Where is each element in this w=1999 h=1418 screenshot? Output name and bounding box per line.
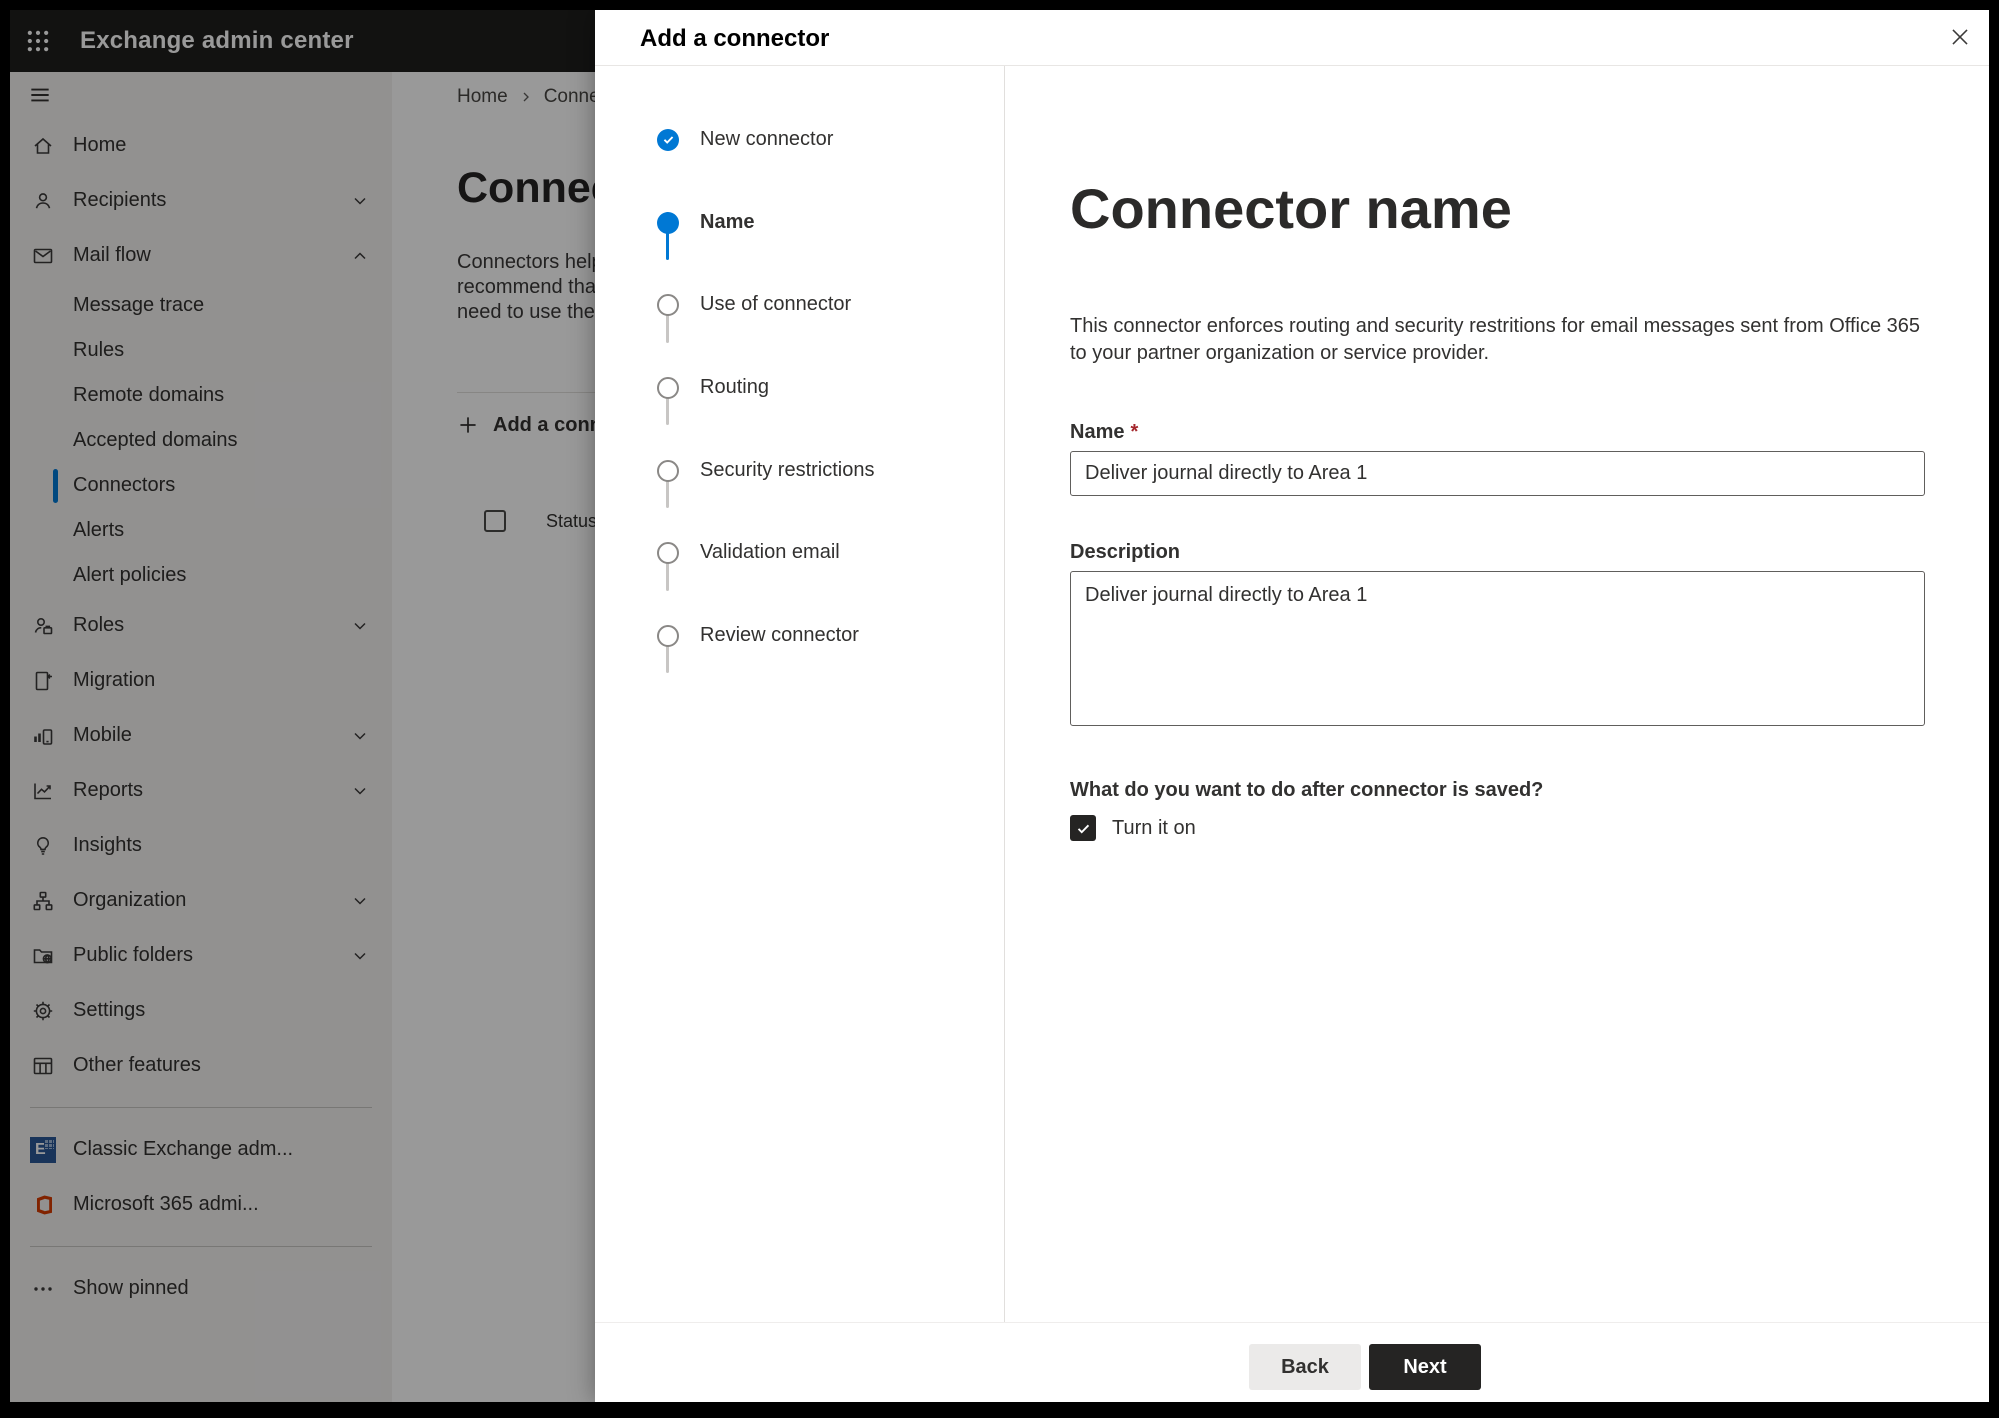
step-todo-dot — [657, 624, 679, 647]
screen-frame: Exchange admin center Home Recipients Ma… — [0, 0, 1999, 1418]
after-save-question: What do you want to do after connector i… — [1070, 779, 1544, 802]
wizard-step-content: Connector name This connector enforces r… — [1005, 65, 1989, 1322]
connector-description-textarea[interactable]: Deliver journal directly to Area 1 — [1070, 571, 1925, 727]
step-new-connector[interactable]: New connector — [595, 128, 833, 151]
add-connector-dialog: Add a connector New connector Name Use o… — [595, 10, 1989, 1402]
step-todo-dot — [657, 293, 679, 316]
back-button[interactable]: Back — [1249, 1344, 1361, 1390]
step-todo-dot — [657, 459, 679, 482]
step-heading: Connector name — [1070, 177, 1512, 240]
step-review-connector[interactable]: Review connector — [595, 624, 859, 647]
name-field-label: Name * — [1070, 421, 1139, 444]
turn-it-on-label: Turn it on — [1112, 816, 1196, 839]
step-use-of-connector[interactable]: Use of connector — [595, 293, 851, 316]
dialog-footer: Back Next — [595, 1322, 1989, 1402]
turn-it-on-checkbox-row[interactable]: Turn it on — [1070, 815, 1929, 842]
next-button[interactable]: Next — [1369, 1344, 1481, 1390]
step-routing[interactable]: Routing — [595, 376, 769, 399]
wizard-steps: New connector Name Use of connector Rout… — [595, 66, 1005, 1322]
step-name[interactable]: Name — [595, 211, 754, 234]
step-todo-dot — [657, 376, 679, 399]
checkbox-checked[interactable] — [1070, 815, 1096, 842]
step-security-restrictions[interactable]: Security restrictions — [595, 459, 875, 482]
step-validation-email[interactable]: Validation email — [595, 541, 840, 564]
check-icon — [1075, 820, 1092, 837]
description-field-label: Description — [1070, 541, 1181, 564]
step-current-dot — [657, 211, 679, 234]
step-description: This connector enforces routing and secu… — [1070, 315, 1921, 365]
close-button[interactable] — [1945, 22, 1975, 52]
step-todo-dot — [657, 541, 679, 564]
step-complete-check-icon — [657, 128, 679, 151]
dialog-title: Add a connector — [640, 25, 830, 52]
close-icon — [1947, 24, 1973, 50]
connector-name-input[interactable] — [1070, 451, 1925, 497]
required-asterisk: * — [1130, 421, 1139, 444]
